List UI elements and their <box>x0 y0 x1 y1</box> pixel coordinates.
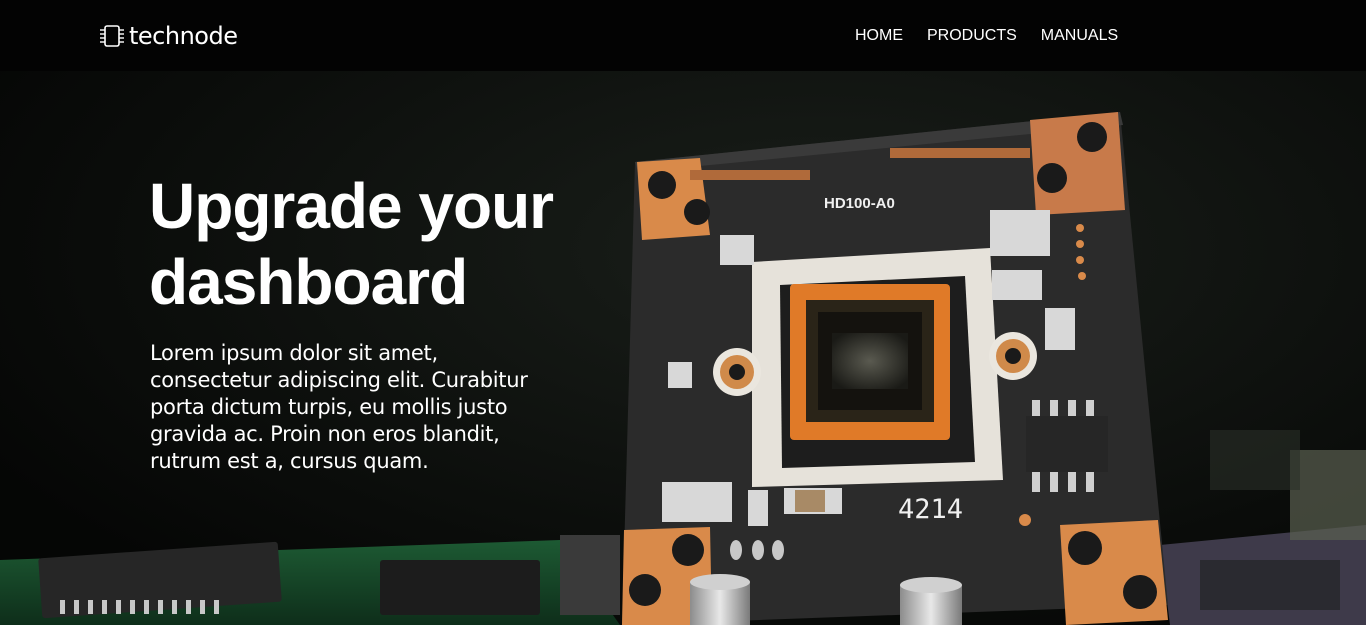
board-label: HD100-A0 <box>824 195 895 212</box>
main-nav: HOME PRODUCTS MANUALS <box>843 24 1130 48</box>
nav-link-home[interactable]: HOME <box>843 24 915 48</box>
hero-title-line-1: Upgrade your <box>149 170 554 242</box>
nav-link-manuals[interactable]: MANUALS <box>1029 24 1130 48</box>
hero-description: Lorem ipsum dolor sit amet, consectetur … <box>150 341 528 473</box>
hero-title-line-2: dashboard <box>149 246 468 318</box>
nav-link-products[interactable]: PRODUCTS <box>915 24 1029 48</box>
board-number: 4214 <box>898 494 963 525</box>
brand-name: technode <box>129 22 238 50</box>
top-navbar: technode HOME PRODUCTS MANUALS <box>0 0 1366 71</box>
brand-logo-link[interactable]: technode <box>99 21 238 51</box>
chip-icon <box>99 22 125 50</box>
hero-title: Upgrade your dashboard <box>149 168 569 320</box>
